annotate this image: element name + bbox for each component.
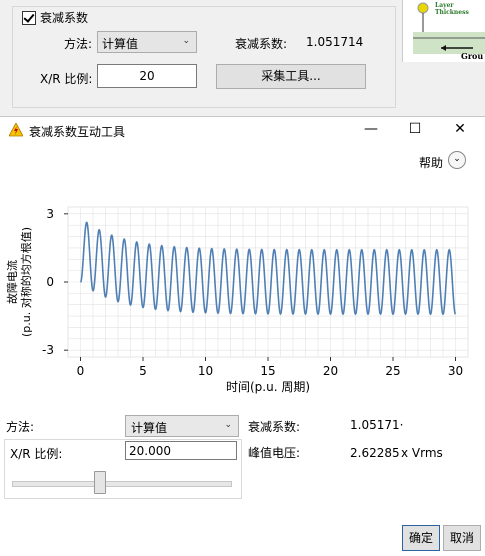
dialog-titlebar: 衰减系数互动工具 — ☐ ✕ xyxy=(0,117,485,143)
decay-factor-group-title: 衰减系数 xyxy=(40,11,89,25)
dialog-decay-value: 1.05171· xyxy=(350,418,404,432)
fault-current-chart: 0 5 10 15 20 25 30 -3 0 3 时间(p.u. 周期) 故障电流 (p.u. 对称的… xyxy=(5,206,469,394)
decay-factor-checkbox[interactable] xyxy=(22,11,36,25)
x-tick-label: 20 xyxy=(323,364,338,378)
dialog-xr-label: X/R 比例: xyxy=(10,447,63,461)
ground-label: Grou xyxy=(461,51,484,61)
soil-model-preview: Layer Thickness Grou xyxy=(402,0,485,62)
layer-label: Layer xyxy=(435,2,454,9)
dialog-title: 衰减系数互动工具 xyxy=(29,125,126,139)
dialog-decay-label: 衰减系数: xyxy=(248,420,301,434)
y-tick-label: 0 xyxy=(46,275,54,289)
method-select[interactable]: 计算值 ⌄ xyxy=(97,31,197,53)
x-tick-label: 10 xyxy=(198,364,213,378)
decay-factor-dialog: 衰减系数互动工具 — ☐ ✕ 帮助 ⌄ 0 5 10 15 20 25 30 -3 0 3 时间(p… xyxy=(0,116,485,556)
chevron-down-icon[interactable]: ⌄ xyxy=(448,151,466,169)
y-axis-label: 故障电流 xyxy=(5,260,19,304)
y-tick-label: -3 xyxy=(42,343,54,357)
xr-ratio-input[interactable]: 20 xyxy=(97,64,197,88)
thickness-label: Thickness xyxy=(435,9,469,16)
xr-slider-thumb[interactable] xyxy=(94,471,107,494)
close-icon[interactable]: ✕ xyxy=(445,117,475,141)
x-tick-label: 15 xyxy=(260,364,275,378)
y-tick-label: 3 xyxy=(46,207,54,221)
lightning-icon xyxy=(9,123,23,137)
x-tick-label: 25 xyxy=(385,364,400,378)
electrode-icon xyxy=(417,2,429,14)
decay-label: 衰减系数: xyxy=(235,37,288,51)
cancel-button[interactable]: 取消 xyxy=(443,525,481,551)
dialog-method-select-value: 计算值 xyxy=(131,421,168,435)
peak-voltage-value: 2.62285 xyxy=(350,446,400,460)
dialog-xr-input[interactable]: 20.000 xyxy=(125,441,237,460)
x-tick-label: 5 xyxy=(139,364,147,378)
minimize-icon[interactable]: — xyxy=(356,117,386,141)
ok-button[interactable]: 确定 xyxy=(402,525,440,551)
x-tick-label: 0 xyxy=(77,364,85,378)
y-axis-label: (p.u. 对称的均方根值) xyxy=(19,227,33,337)
collect-tool-button[interactable]: 采集工具... xyxy=(216,64,366,89)
peak-voltage-unit: x Vrms xyxy=(401,446,443,460)
x-axis-label: 时间(p.u. 周期) xyxy=(226,380,310,394)
help-label[interactable]: 帮助 xyxy=(419,154,443,171)
x-tick-label: 30 xyxy=(448,364,463,378)
xr-ratio-label: X/R 比例: xyxy=(40,72,93,86)
decay-value: 1.051714 xyxy=(306,35,364,49)
peak-voltage-label: 峰值电压: xyxy=(248,446,301,460)
maximize-icon[interactable]: ☐ xyxy=(400,117,430,141)
method-select-value: 计算值 xyxy=(102,37,139,51)
chevron-down-icon: ⌄ xyxy=(182,36,190,46)
chevron-down-icon: ⌄ xyxy=(224,420,232,430)
method-label: 方法: xyxy=(64,37,93,51)
dialog-method-label: 方法: xyxy=(6,420,35,434)
dialog-method-select[interactable]: 计算值 ⌄ xyxy=(125,415,239,437)
xr-slider-track[interactable] xyxy=(12,481,232,487)
